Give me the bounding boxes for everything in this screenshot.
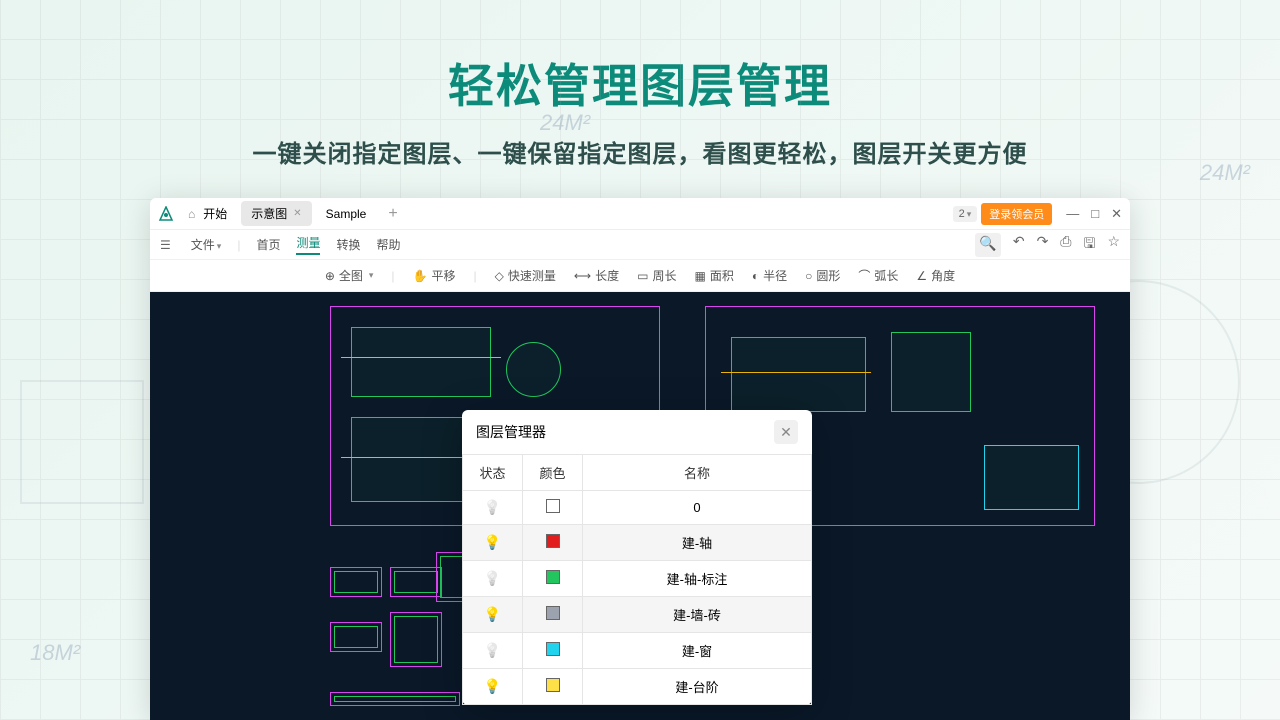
hamburger-icon[interactable]: ☰ bbox=[160, 238, 171, 252]
layer-name: 建-轴-标注 bbox=[583, 561, 812, 597]
layer-name: 建-墙-砖 bbox=[583, 597, 812, 633]
layer-row[interactable]: 💡 建-台阶 bbox=[463, 669, 812, 705]
tool-fit[interactable]: ⊕ 全图▾ bbox=[325, 267, 374, 284]
tool-quick-measure[interactable]: ◇ 快速测量 bbox=[495, 267, 556, 284]
col-state: 状态 bbox=[463, 455, 523, 491]
layer-name: 0 bbox=[583, 491, 812, 525]
col-name: 名称 bbox=[583, 455, 812, 491]
search-icon[interactable]: 🔍 bbox=[975, 233, 1000, 257]
tool-circle[interactable]: ○ 圆形 bbox=[805, 267, 840, 284]
version-badge[interactable]: 2▾ bbox=[953, 206, 978, 222]
bulb-icon[interactable]: 💡 bbox=[484, 570, 501, 586]
app-window: ⌂ 开始 示意图 ✕ Sample + 2▾ 登录领会员 — □ ✕ ☰ 文件▾… bbox=[150, 198, 1130, 720]
layer-row[interactable]: 💡0 bbox=[463, 491, 812, 525]
print-icon[interactable]: ⎙ bbox=[1060, 233, 1071, 257]
bg-dim-3: 24M² bbox=[1200, 160, 1250, 186]
layer-row[interactable]: 💡 建-墙-砖 bbox=[463, 597, 812, 633]
app-logo-icon bbox=[158, 206, 174, 222]
tool-arc[interactable]: ⌒ 弧长 bbox=[858, 267, 898, 284]
layer-name: 建-窗 bbox=[583, 633, 812, 669]
color-swatch[interactable] bbox=[546, 499, 560, 513]
drawing-canvas[interactable]: 图层管理器 ✕ 状态 颜色 名称 💡0💡建-轴💡建-轴-标注💡建-墙-砖💡建-窗… bbox=[150, 292, 1130, 720]
tool-radius[interactable]: ◐ 半径 bbox=[752, 267, 787, 284]
bulb-icon[interactable]: 💡 bbox=[484, 642, 501, 658]
file-menu[interactable]: 文件▾ bbox=[191, 236, 222, 253]
window-controls: — □ ✕ bbox=[1066, 206, 1122, 222]
titlebar: ⌂ 开始 示意图 ✕ Sample + 2▾ 登录领会员 — □ ✕ bbox=[150, 198, 1130, 230]
bg-dim-2: 24M² bbox=[540, 110, 590, 136]
menu-measure[interactable]: 测量 bbox=[296, 234, 320, 255]
layer-manager-dialog: 图层管理器 ✕ 状态 颜色 名称 💡0💡建-轴💡建-轴-标注💡建-墙-砖💡建-窗… bbox=[462, 410, 812, 705]
color-swatch[interactable] bbox=[546, 570, 560, 584]
bg-dim-1: 18M² bbox=[30, 640, 80, 666]
document-tab-0[interactable]: 示意图 ✕ bbox=[241, 201, 311, 226]
cad-part bbox=[330, 567, 382, 597]
menu-home[interactable]: 首页 bbox=[256, 236, 280, 253]
bulb-icon[interactable]: 💡 bbox=[484, 534, 501, 550]
tool-area[interactable]: ▦ 面积 bbox=[694, 267, 733, 284]
undo-icon[interactable]: ↶ bbox=[1013, 233, 1025, 257]
color-swatch[interactable] bbox=[546, 642, 560, 656]
color-swatch[interactable] bbox=[546, 534, 560, 548]
login-button[interactable]: 登录领会员 bbox=[981, 203, 1052, 225]
minimize-icon[interactable]: — bbox=[1066, 206, 1079, 222]
home-tab[interactable]: ⌂ 开始 bbox=[178, 201, 237, 226]
save-icon[interactable]: 🖫 bbox=[1084, 233, 1096, 257]
bookmark-icon[interactable]: ☆ bbox=[1107, 233, 1120, 257]
cad-part bbox=[330, 622, 382, 652]
color-swatch[interactable] bbox=[546, 678, 560, 692]
layer-row[interactable]: 💡 建-轴-标注 bbox=[463, 561, 812, 597]
cad-part bbox=[330, 692, 460, 706]
bulb-icon[interactable]: 💡 bbox=[484, 678, 501, 694]
bulb-icon[interactable]: 💡 bbox=[484, 606, 501, 622]
menu-convert[interactable]: 转换 bbox=[336, 236, 360, 253]
color-swatch[interactable] bbox=[546, 606, 560, 620]
tab-label: 示意图 bbox=[251, 205, 287, 222]
layer-name: 建-台阶 bbox=[583, 669, 812, 705]
cad-part bbox=[390, 567, 442, 597]
document-tab-1[interactable]: Sample bbox=[316, 203, 377, 225]
layer-row[interactable]: 💡 建-轴 bbox=[463, 525, 812, 561]
tool-length[interactable]: ⟷ 长度 bbox=[574, 267, 619, 284]
home-tab-label: 开始 bbox=[203, 205, 227, 222]
maximize-icon[interactable]: □ bbox=[1091, 206, 1099, 222]
new-tab-button[interactable]: + bbox=[380, 205, 405, 223]
tool-perimeter[interactable]: ▭ 周长 bbox=[637, 267, 676, 284]
redo-icon[interactable]: ↷ bbox=[1037, 233, 1049, 257]
layer-table: 状态 颜色 名称 💡0💡建-轴💡建-轴-标注💡建-墙-砖💡建-窗💡建-台阶 bbox=[462, 454, 812, 705]
dialog-title: 图层管理器 bbox=[476, 422, 546, 442]
menu-help[interactable]: 帮助 bbox=[376, 236, 400, 253]
bulb-icon[interactable]: 💡 bbox=[484, 499, 501, 515]
cad-part bbox=[390, 612, 442, 667]
tab-label: Sample bbox=[326, 207, 367, 221]
close-icon[interactable]: ✕ bbox=[293, 208, 301, 219]
layer-name: 建-轴 bbox=[583, 525, 812, 561]
home-icon: ⌂ bbox=[188, 207, 195, 221]
menubar: ☰ 文件▾ | 首页 测量 转换 帮助 🔍 ↶ ↷ ⎙ 🖫 ☆ bbox=[150, 230, 1130, 260]
toolbar: ⊕ 全图▾ | ✋ 平移 | ◇ 快速测量 ⟷ 长度 ▭ 周长 ▦ 面积 ◐ 半… bbox=[150, 260, 1130, 292]
dialog-close-button[interactable]: ✕ bbox=[774, 420, 798, 444]
layer-row[interactable]: 💡 建-窗 bbox=[463, 633, 812, 669]
col-color: 颜色 bbox=[523, 455, 583, 491]
tool-pan[interactable]: ✋ 平移 bbox=[413, 267, 456, 284]
tool-angle[interactable]: ∠ 角度 bbox=[916, 267, 955, 284]
close-icon[interactable]: ✕ bbox=[1111, 206, 1122, 222]
